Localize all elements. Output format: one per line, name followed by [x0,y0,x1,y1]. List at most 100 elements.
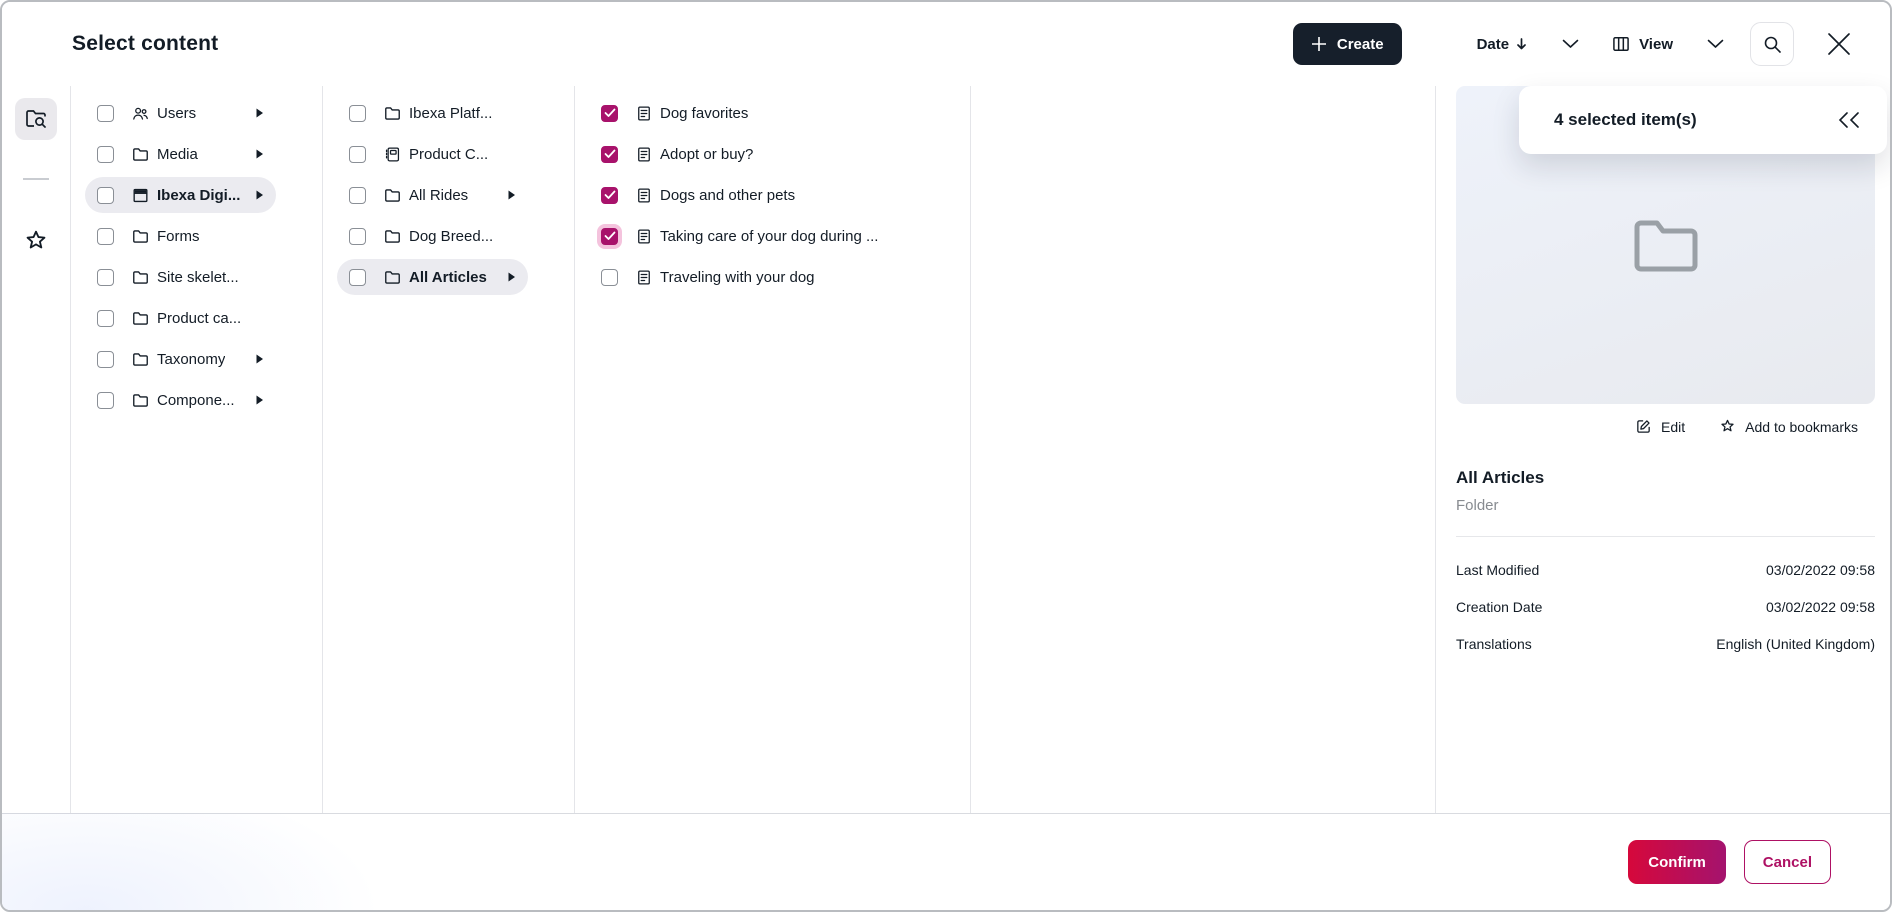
item-checkbox[interactable] [97,351,114,368]
caret-right-icon[interactable] [507,271,516,283]
tree-item-label: Traveling with your dog [660,269,815,286]
tree-item-label: All Rides [409,187,468,204]
item-checkbox[interactable] [97,269,114,286]
tree-item[interactable]: Product ca... [85,300,276,336]
folder-icon [383,268,402,287]
site-icon [131,186,150,205]
tree-item[interactable]: Traveling with your dog [589,259,950,295]
tree-item[interactable]: Ibexa Platf... [337,95,528,131]
item-checkbox[interactable] [97,105,114,122]
article-icon [635,227,653,246]
add-to-bookmarks-button[interactable]: Add to bookmarks [1719,418,1858,435]
caret-right-icon[interactable] [507,189,516,201]
folder-icon [131,227,150,246]
sort-dropdown[interactable]: Date [1477,36,1580,53]
article-icon [635,145,653,164]
caret-right-icon[interactable] [255,353,264,365]
tree-column-3: Dog favorites Adopt or buy? Dogs and other… [575,86,971,817]
tree-item[interactable]: Dog favorites [589,95,950,131]
item-checkbox[interactable] [349,105,366,122]
sort-dropdown-label: Date [1477,36,1510,53]
details-panel: 4 selected item(s) Edit [1436,86,1892,817]
article-icon [635,104,653,123]
arrow-down-icon [1515,37,1528,51]
item-checkbox[interactable] [601,105,618,122]
users-icon [131,104,150,123]
tree-item-label: Adopt or buy? [660,146,753,163]
browse-content-tab[interactable] [15,98,57,140]
meta-divider [1456,536,1875,537]
tree-column-1: Users Media Ibexa Digi... Forms Site skelet.… [71,86,323,817]
tree-item[interactable]: Dog Breed... [337,218,528,254]
detail-label: Creation Date [1456,599,1542,615]
folder-icon [383,104,402,123]
cancel-button[interactable]: Cancel [1744,840,1831,884]
item-checkbox[interactable] [349,228,366,245]
bookmarks-tab[interactable] [15,220,57,262]
tree-item[interactable]: All Articles [337,259,528,295]
create-button[interactable]: Create [1293,23,1402,65]
tree-item[interactable]: Adopt or buy? [589,136,950,172]
tree-item[interactable]: Ibexa Digi... [85,177,276,213]
folder-icon [131,350,150,369]
caret-right-icon[interactable] [255,148,264,160]
item-checkbox[interactable] [601,228,618,245]
columns-view-icon [1611,34,1631,54]
item-checkbox[interactable] [349,146,366,163]
confirm-button[interactable]: Confirm [1628,840,1726,884]
caret-right-icon[interactable] [255,394,264,406]
tree-item[interactable]: All Rides [337,177,528,213]
folder-large-icon [1633,217,1699,273]
create-button-label: Create [1337,36,1384,53]
tree-item-label: Taking care of your dog during ... [660,228,878,245]
item-checkbox[interactable] [349,269,366,286]
tree-item[interactable]: Dogs and other pets [589,177,950,213]
tree-item[interactable]: Site skelet... [85,259,276,295]
item-checkbox[interactable] [601,187,618,204]
detail-row-creation-date: Creation Date 03/02/2022 09:58 [1456,588,1875,625]
tree-item-label: Dog favorites [660,105,748,122]
item-checkbox[interactable] [601,146,618,163]
detail-value: 03/02/2022 09:58 [1766,599,1875,615]
close-button[interactable] [1822,27,1856,61]
tree-item[interactable]: Media [85,136,276,172]
caret-right-icon[interactable] [255,107,264,119]
panel-actions: Edit Add to bookmarks [1635,418,1858,435]
tree-item[interactable]: Taking care of your dog during ... [589,218,950,254]
selected-items-card: 4 selected item(s) [1519,86,1887,154]
tree-item[interactable]: Forms [85,218,276,254]
item-title: All Articles [1456,468,1875,488]
search-icon [1763,35,1782,54]
item-checkbox[interactable] [349,187,366,204]
detail-value: 03/02/2022 09:58 [1766,562,1875,578]
edit-button[interactable]: Edit [1635,418,1685,435]
item-checkbox[interactable] [601,269,618,286]
item-checkbox[interactable] [97,310,114,327]
add-to-bookmarks-label: Add to bookmarks [1745,419,1858,435]
item-meta: All Articles Folder Last Modified 03/02/… [1456,468,1875,662]
item-checkbox[interactable] [97,146,114,163]
search-button[interactable] [1750,22,1794,66]
tree-item[interactable]: Taxonomy [85,341,276,377]
item-type: Folder [1456,497,1875,514]
tree-item[interactable]: Product C... [337,136,528,172]
item-checkbox[interactable] [97,187,114,204]
tree-column-2: Ibexa Platf... Product C... All Rides Dog B… [323,86,575,817]
collapse-panel-button[interactable] [1837,111,1861,129]
detail-label: Last Modified [1456,562,1539,578]
tree-item-label: Dogs and other pets [660,187,795,204]
item-checkbox[interactable] [97,392,114,409]
article-icon [635,186,653,205]
tree-item-label: Media [157,146,198,163]
article-icon [635,268,653,287]
folder-icon [131,145,150,164]
star-icon [23,228,49,254]
folder-icon [131,391,150,410]
view-switcher[interactable]: View [1611,34,1724,54]
tree-item[interactable]: Compone... [85,382,276,418]
tree-item[interactable]: Users [85,95,276,131]
item-checkbox[interactable] [97,228,114,245]
edit-icon [1635,418,1652,435]
page-title: Select content [72,32,218,56]
caret-right-icon[interactable] [255,189,264,201]
